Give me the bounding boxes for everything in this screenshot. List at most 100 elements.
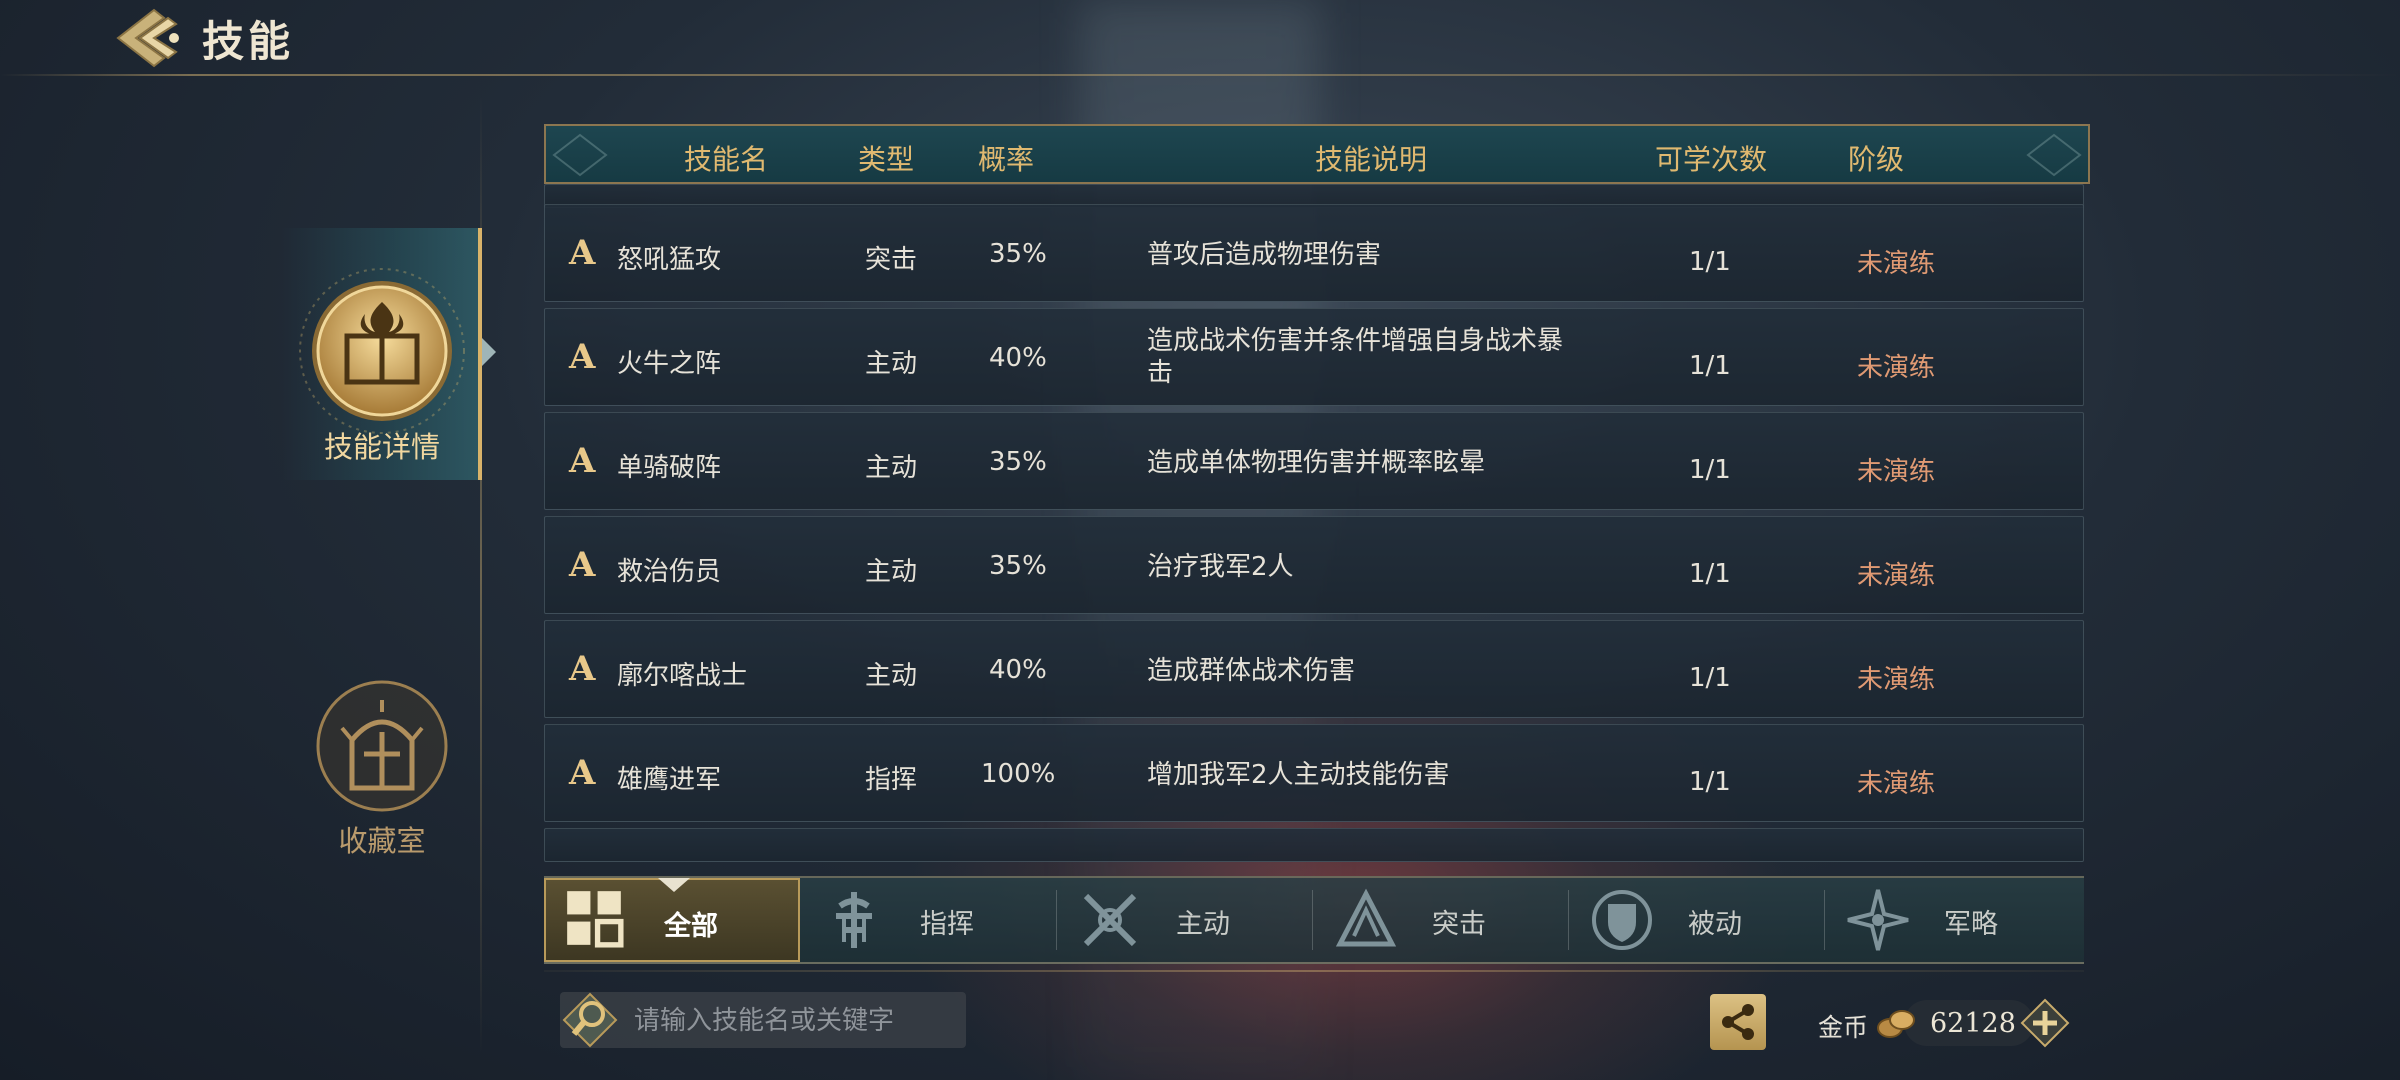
learn-count: 1/1 <box>1689 663 1731 693</box>
skill-probability: 40% <box>989 655 1047 685</box>
collection-hall-icon <box>312 678 452 818</box>
tab-label: 军略 <box>1944 909 1998 940</box>
active-tab-notch-icon <box>658 878 690 892</box>
strategy-icon <box>1847 889 1909 951</box>
corner-ornament-icon <box>2026 133 2082 177</box>
grade-badge: A <box>569 337 596 377</box>
search-icon <box>562 992 618 1048</box>
stage-status: 未演练 <box>1857 249 1936 279</box>
table-row[interactable]: A 救治伤员 主动 35% 治疗我军2人 1/1 未演练 <box>544 516 2084 614</box>
bottom-divider <box>544 970 2084 972</box>
column-header-description[interactable]: 技能说明 <box>1146 138 1596 178</box>
column-header-type[interactable]: 类型 <box>846 138 926 178</box>
column-header-stage[interactable]: 阶级 <box>1816 138 1936 178</box>
table-row[interactable]: A 雄鹰进军 指挥 100% 增加我军2人主动技能伤害 1/1 未演练 <box>544 724 2084 822</box>
skill-description: 普攻后造成物理伤害 <box>1147 240 1382 270</box>
header-divider <box>0 74 2400 76</box>
stage-status: 未演练 <box>1857 665 1936 695</box>
search-input[interactable] <box>632 992 956 1050</box>
skill-name: 雄鹰进军 <box>617 765 722 795</box>
sidebar-item-label: 收藏室 <box>338 824 426 858</box>
tab-label: 被动 <box>1688 909 1742 940</box>
skill-description: 治疗我军2人 <box>1147 552 1294 582</box>
column-header-name[interactable]: 技能名 <box>606 138 846 178</box>
skill-type: 主动 <box>865 557 918 587</box>
skill-probability: 40% <box>989 343 1047 373</box>
tab-label: 突击 <box>1432 909 1486 940</box>
table-row[interactable]: A 怒吼猛攻 突击 35% 普攻后造成物理伤害 1/1 未演练 <box>544 204 2084 302</box>
skill-description: 造成单体物理伤害并概率眩晕 <box>1147 448 1486 478</box>
skill-name: 廓尔喀战士 <box>617 661 748 691</box>
sidebar-item-label: 技能详情 <box>323 430 440 464</box>
skills-table: 技能名 类型 概率 技能说明 可学次数 阶级 A 怒吼猛攻 突击 35% 普攻后… <box>544 124 2090 862</box>
learn-count: 1/1 <box>1689 767 1731 797</box>
tab-active-skill[interactable]: 主动 <box>1056 878 1312 962</box>
skill-probability: 35% <box>989 551 1047 581</box>
learn-count: 1/1 <box>1689 455 1731 485</box>
learn-count: 1/1 <box>1689 559 1731 589</box>
share-button[interactable] <box>1710 994 1766 1050</box>
skill-type: 主动 <box>865 453 918 483</box>
stage-status: 未演练 <box>1857 769 1936 799</box>
grade-badge: A <box>569 753 596 793</box>
tab-command[interactable]: 指挥 <box>800 878 1056 962</box>
back-arrow-icon <box>116 8 179 68</box>
back-button[interactable] <box>110 6 190 70</box>
table-row[interactable]: A 单骑破阵 主动 35% 造成单体物理伤害并概率眩晕 1/1 未演练 <box>544 412 2084 510</box>
skill-type: 主动 <box>865 349 918 379</box>
tab-passive[interactable]: 被动 <box>1568 878 1824 962</box>
column-header-probability[interactable]: 概率 <box>956 138 1056 178</box>
stage-status: 未演练 <box>1857 561 1936 591</box>
search-box[interactable] <box>560 992 966 1050</box>
tab-label: 指挥 <box>920 909 974 940</box>
passive-icon <box>1592 890 1652 950</box>
assault-icon <box>1335 888 1397 947</box>
grid-icon <box>567 891 624 948</box>
grade-badge: A <box>569 649 596 689</box>
grade-badge: A <box>569 441 596 481</box>
skill-name: 怒吼猛攻 <box>617 245 722 275</box>
stage-status: 未演练 <box>1857 457 1936 487</box>
tab-label: 全部 <box>664 911 718 942</box>
skill-type: 指挥 <box>865 765 918 795</box>
active-icon <box>1083 893 1137 947</box>
skill-type: 主动 <box>865 661 918 691</box>
currency-label: 金币 <box>1818 1013 1869 1042</box>
skill-description: 造成群体战术伤害 <box>1147 656 1356 686</box>
tab-strategy[interactable]: 军略 <box>1824 878 2080 962</box>
column-header-learn-count[interactable]: 可学次数 <box>1626 138 1796 178</box>
skill-probability: 35% <box>989 239 1047 269</box>
skill-probability: 35% <box>989 447 1047 477</box>
grade-badge: A <box>569 233 596 273</box>
learn-count: 1/1 <box>1689 351 1731 381</box>
corner-ornament-icon <box>552 133 608 177</box>
share-icon <box>1722 1004 1754 1040</box>
skill-book-icon <box>297 266 467 440</box>
tab-label: 主动 <box>1176 909 1230 940</box>
add-currency-button[interactable] <box>2020 998 2070 1048</box>
type-filter-bar: 全部 指挥 主动 突击 被动 军略 <box>544 876 2084 964</box>
plus-icon <box>2020 998 2070 1048</box>
skill-name: 救治伤员 <box>617 557 722 587</box>
table-row[interactable]: A 火牛之阵 主动 40% 造成战术伤害并条件增强自身战术暴击 1/1 未演练 <box>544 308 2084 406</box>
header-bar: 技能 <box>0 0 2400 76</box>
active-arrow-icon <box>482 338 496 366</box>
table-row[interactable]: A 廓尔喀战士 主动 40% 造成群体战术伤害 1/1 未演练 <box>544 620 2084 718</box>
sidebar-item-skill-details[interactable]: 技能详情 <box>282 228 496 480</box>
skill-name: 火牛之阵 <box>617 349 722 379</box>
gold-coin-icon <box>1877 1010 1915 1038</box>
skill-description: 增加我军2人主动技能伤害 <box>1147 760 1450 790</box>
skill-name: 单骑破阵 <box>617 453 722 483</box>
table-header: 技能名 类型 概率 技能说明 可学次数 阶级 <box>544 124 2090 184</box>
tab-assault[interactable]: 突击 <box>1312 878 1568 962</box>
page-title: 技能 <box>202 17 295 66</box>
learn-count: 1/1 <box>1689 247 1731 277</box>
skill-type: 突击 <box>865 245 918 275</box>
skill-probability: 100% <box>981 759 1056 789</box>
grade-badge: A <box>569 545 596 585</box>
currency-value: 62128 <box>1930 1008 2016 1039</box>
tab-all[interactable]: 全部 <box>544 878 800 962</box>
stage-status: 未演练 <box>1857 353 1936 383</box>
sidebar-item-collection[interactable]: 收藏室 <box>282 676 482 858</box>
table-row-partial <box>544 828 2084 862</box>
